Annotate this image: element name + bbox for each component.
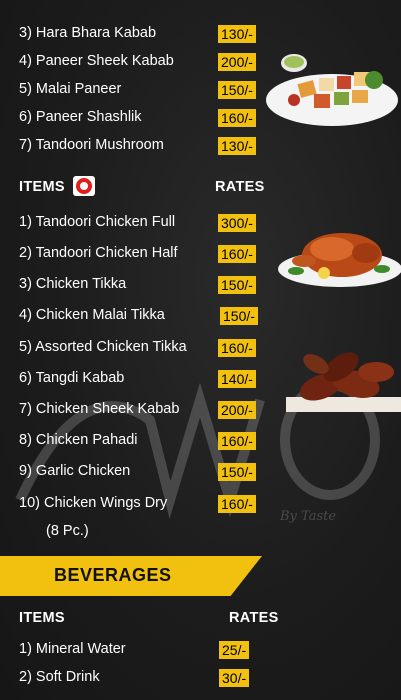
item-price: 160/- xyxy=(218,495,256,513)
menu-item: 7) Tandoori Mushroom 130/- xyxy=(0,135,401,159)
item-name: 9) Garlic Chicken xyxy=(19,463,131,479)
item-name: 3) Hara Bhara Kabab xyxy=(19,25,157,41)
item-name: 7) Chicken Sheek Kabab xyxy=(19,401,180,417)
menu-item: 2) Soft Drink 30/- xyxy=(0,667,401,691)
item-price: 160/- xyxy=(218,245,256,263)
item-price: 160/- xyxy=(218,339,256,357)
item-name: 4) Paneer Sheek Kabab xyxy=(19,53,174,69)
item-price: 130/- xyxy=(218,137,256,155)
item-name: 5) Assorted Chicken Tikka xyxy=(19,339,187,355)
item-name: 5) Malai Paneer xyxy=(19,81,122,97)
chicken-wings-image xyxy=(286,352,401,412)
item-price: 200/- xyxy=(218,53,256,71)
item-price: 200/- xyxy=(218,401,256,419)
item-price: 160/- xyxy=(218,432,256,450)
item-name: 2) Soft Drink xyxy=(19,669,100,685)
items-header: ITEMS xyxy=(19,179,65,195)
rates-header: RATES xyxy=(215,179,265,195)
item-price: 150/- xyxy=(218,463,256,481)
tandoori-chicken-image xyxy=(278,233,401,287)
item-price: 30/- xyxy=(219,669,250,687)
paneer-tikka-plate-image xyxy=(266,54,398,126)
item-price: 140/- xyxy=(218,370,256,388)
item-price: 300/- xyxy=(218,214,256,232)
beverages-title: BEVERAGES xyxy=(54,565,172,585)
beverages-rates-header: RATES xyxy=(229,610,279,626)
item-name: 8) Chicken Pahadi xyxy=(19,432,138,448)
item-price: 130/- xyxy=(218,25,256,43)
menu-item: 10) Chicken Wings Dry 160/- xyxy=(0,493,401,517)
item-price: 150/- xyxy=(220,307,258,325)
item-name: 10) Chicken Wings Dry xyxy=(19,495,168,511)
menu-item: 9) Garlic Chicken 150/- xyxy=(0,461,401,485)
menu-item: 8) Chicken Pahadi 160/- xyxy=(0,430,401,454)
item-note: (8 Pc.) xyxy=(46,523,89,539)
item-price: 25/- xyxy=(219,641,250,659)
menu-item: 4) Chicken Malai Tikka 150/- xyxy=(0,305,401,329)
item-name: 6) Tangdi Kabab xyxy=(19,370,125,386)
item-name: 1) Mineral Water xyxy=(19,641,126,657)
menu-item: 3) Hara Bhara Kabab 130/- xyxy=(0,23,401,47)
item-name: 4) Chicken Malai Tikka xyxy=(19,307,165,323)
menu-item: 1) Mineral Water 25/- xyxy=(0,639,401,663)
item-name: 2) Tandoori Chicken Half xyxy=(19,245,178,261)
item-price: 160/- xyxy=(218,109,256,127)
item-name: 3) Chicken Tikka xyxy=(19,276,127,292)
item-name: 7) Tandoori Mushroom xyxy=(19,137,164,153)
item-name: 6) Paneer Shashlik xyxy=(19,109,142,125)
non-veg-badge-icon xyxy=(73,176,95,196)
item-price: 150/- xyxy=(218,276,256,294)
item-name: 1) Tandoori Chicken Full xyxy=(19,214,176,230)
item-price: 150/- xyxy=(218,81,256,99)
beverages-items-header: ITEMS xyxy=(19,610,65,626)
